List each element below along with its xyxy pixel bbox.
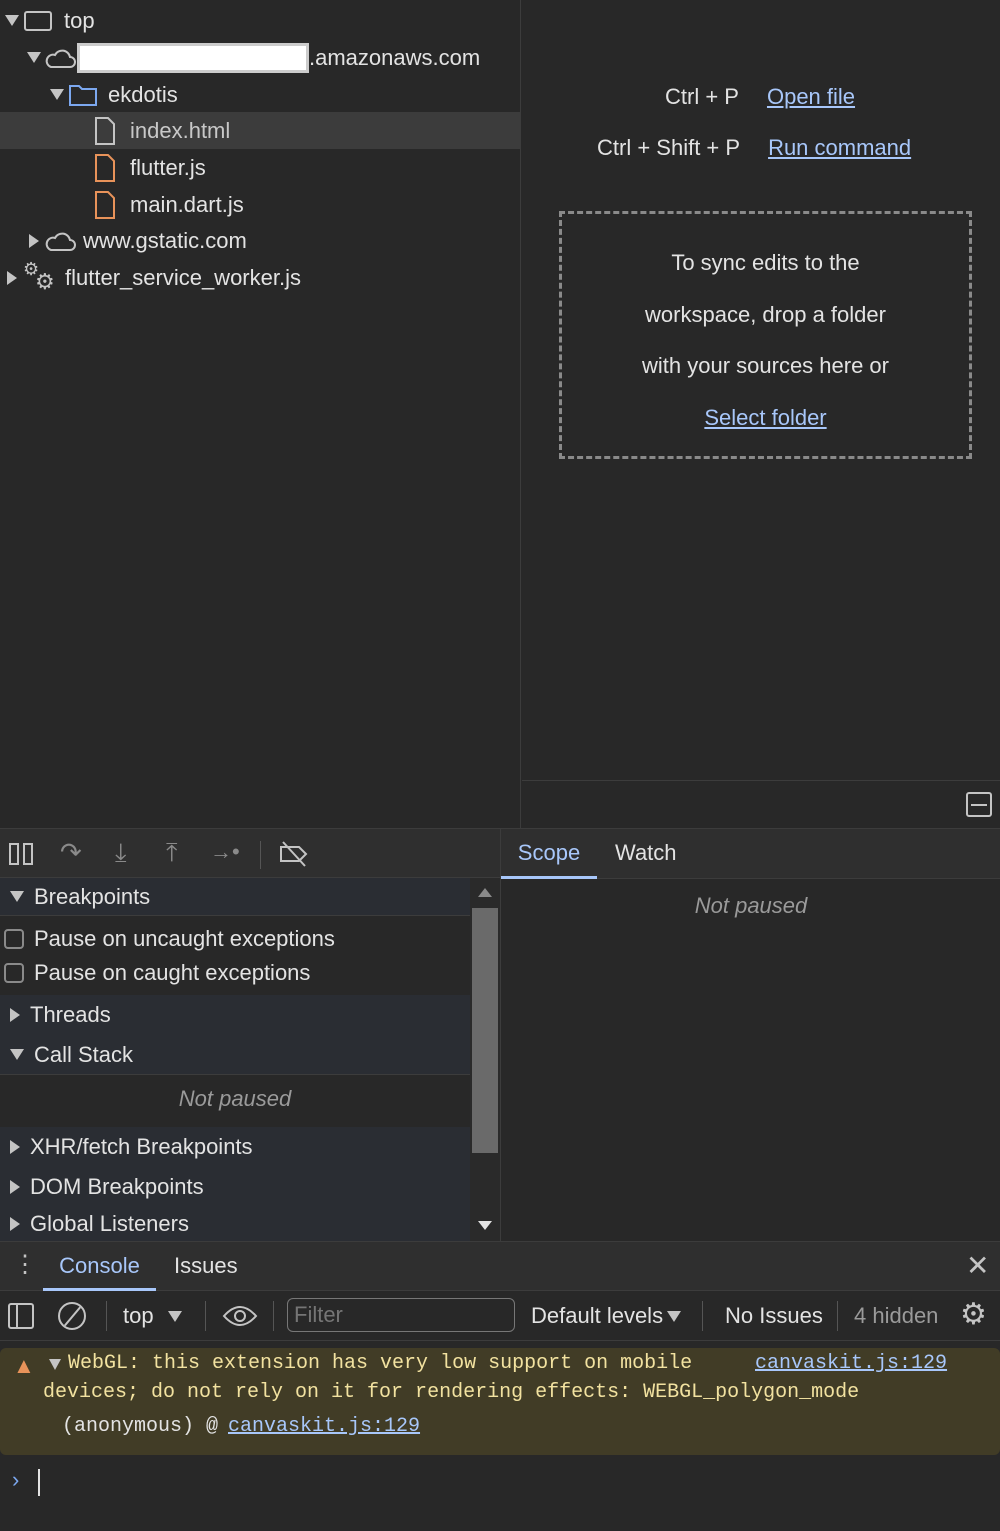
editor-footer [522, 780, 1000, 828]
tree-item-amazonaws[interactable]: .amazonaws.com [0, 39, 521, 76]
expand-icon[interactable] [5, 15, 19, 26]
debugger-toolbar: ↷ ⤓ ⤒ →• [0, 828, 500, 878]
scope-panel: Scope Watch Not paused [500, 828, 1000, 1241]
chevron-down-icon [667, 1310, 682, 1322]
checkbox[interactable] [4, 928, 24, 949]
expand-icon [10, 1180, 20, 1194]
tab-issues[interactable]: Issues [174, 1242, 238, 1290]
tab-watch[interactable]: Watch [615, 828, 677, 879]
expand-icon[interactable] [49, 1359, 61, 1370]
tree-item-flutter-js[interactable]: flutter.js [0, 149, 521, 186]
tree-item-ekdotis[interactable]: ekdotis [0, 76, 521, 113]
log-levels-dropdown[interactable]: Default levels [531, 1303, 682, 1329]
step-into-icon[interactable]: ⤓ [115, 837, 127, 869]
tree-item-index-html[interactable]: index.html [0, 112, 521, 149]
section-threads[interactable]: Threads [0, 995, 470, 1035]
file-icon [94, 153, 116, 183]
drop-text: with your sources here or [642, 353, 889, 378]
close-icon[interactable]: ✕ [966, 1249, 989, 1282]
pause-caught-row[interactable]: Pause on caught exceptions [0, 956, 470, 989]
cloud-icon [43, 46, 77, 70]
eye-icon[interactable] [222, 1304, 258, 1334]
sidebar-toggle-icon[interactable] [8, 1303, 34, 1329]
prompt-chevron-icon: › [12, 1467, 20, 1492]
stack-frame: (anonymous) @ [62, 1415, 219, 1438]
deactivate-breakpoints-icon[interactable] [278, 839, 310, 875]
tab-scope[interactable]: Scope [501, 828, 597, 879]
step-icon[interactable]: →• [210, 839, 240, 865]
shortcut-label: Ctrl + P [665, 84, 739, 109]
shortcut-label: Ctrl + Shift + P [597, 135, 741, 160]
section-global-listeners[interactable]: Global Listeners [0, 1207, 470, 1241]
console-prompt[interactable]: › [0, 1462, 1000, 1531]
select-folder-link[interactable]: Select folder [704, 405, 826, 430]
settings-gear-icon[interactable]: ⚙ [960, 1297, 987, 1332]
pause-icon[interactable] [9, 843, 33, 865]
file-icon [94, 116, 116, 146]
warning-icon: ▲ [13, 1353, 35, 1378]
tree-item-gstatic[interactable]: www.gstatic.com [0, 222, 521, 259]
open-file-link[interactable]: Open file [767, 84, 855, 110]
folder-icon [68, 83, 98, 107]
checkbox[interactable] [4, 962, 24, 983]
expand-icon [10, 1140, 20, 1154]
more-icon[interactable]: ⋮ [13, 1250, 37, 1279]
stack-link[interactable]: canvaskit.js:129 [228, 1415, 420, 1438]
cloud-icon [43, 229, 77, 253]
console-toolbar: top Default levels No Issues 4 hidden ⚙ [0, 1291, 1000, 1341]
drop-text: workspace, drop a folder [645, 301, 886, 327]
issues-button[interactable]: No Issues [725, 1303, 823, 1329]
tab-console[interactable]: Console [43, 1242, 156, 1291]
section-xhr[interactable]: XHR/fetch Breakpoints [0, 1127, 470, 1167]
warning-message: devices; do not rely on it for rendering… [43, 1381, 860, 1404]
context-selector[interactable]: top [123, 1303, 182, 1329]
drop-folder-zone[interactable]: To sync edits to the workspace, drop a f… [559, 211, 972, 459]
section-breakpoints[interactable]: Breakpoints [0, 878, 470, 916]
drawer-tabbar: ⋮ Console Issues ✕ [0, 1241, 1000, 1291]
file-navigator: top .amazonaws.com ekdotis index.html fl… [0, 0, 521, 828]
expand-icon [10, 891, 24, 902]
expand-icon [10, 1217, 20, 1231]
file-icon [94, 190, 116, 220]
expand-icon[interactable] [27, 52, 41, 63]
run-command-link[interactable]: Run command [768, 135, 911, 161]
step-over-icon[interactable]: ↷ [60, 837, 82, 868]
call-stack-status: Not paused [178, 1086, 292, 1111]
scrollbar-thumb[interactable] [472, 908, 498, 1153]
toggle-debugger-icon[interactable] [966, 792, 992, 817]
debugger-sidebar: Breakpoints Pause on uncaught exceptions… [0, 878, 500, 1241]
chevron-down-icon [167, 1310, 182, 1322]
gears-icon: ⚙ ⚙ [23, 258, 55, 294]
hidden-count: 4 hidden [854, 1303, 939, 1328]
source-link[interactable]: canvaskit.js:129 [755, 1352, 947, 1375]
section-dom[interactable]: DOM Breakpoints [0, 1167, 470, 1207]
text-cursor [38, 1469, 40, 1496]
console-warning: ▲ WebGL: this extension has very low sup… [0, 1348, 1000, 1455]
expand-icon[interactable] [50, 89, 64, 100]
frame-icon [24, 10, 52, 31]
step-out-icon[interactable]: ⤒ [166, 837, 178, 869]
expand-icon [10, 1049, 24, 1060]
tree-item-top[interactable]: top [0, 2, 521, 39]
scope-status: Not paused [694, 893, 808, 918]
tree-item-main-dart-js[interactable]: main.dart.js [0, 186, 521, 223]
drop-text: To sync edits to the [671, 250, 860, 275]
redacted-host [77, 42, 309, 73]
warning-message: WebGL: this extension has very low suppo… [68, 1352, 693, 1375]
clear-console-icon[interactable] [58, 1302, 86, 1330]
filter-input[interactable] [287, 1298, 515, 1332]
scrollbar[interactable] [470, 878, 500, 1241]
expand-icon[interactable] [7, 270, 17, 285]
editor-placeholder: Ctrl + P Open file Ctrl + Shift + P Run … [522, 0, 1000, 780]
expand-icon [10, 1008, 20, 1022]
expand-icon[interactable] [29, 233, 39, 248]
pause-uncaught-row[interactable]: Pause on uncaught exceptions [0, 922, 470, 955]
tree-item-service-worker[interactable]: ⚙ ⚙ flutter_service_worker.js [0, 259, 521, 296]
section-call-stack[interactable]: Call Stack [0, 1035, 470, 1075]
